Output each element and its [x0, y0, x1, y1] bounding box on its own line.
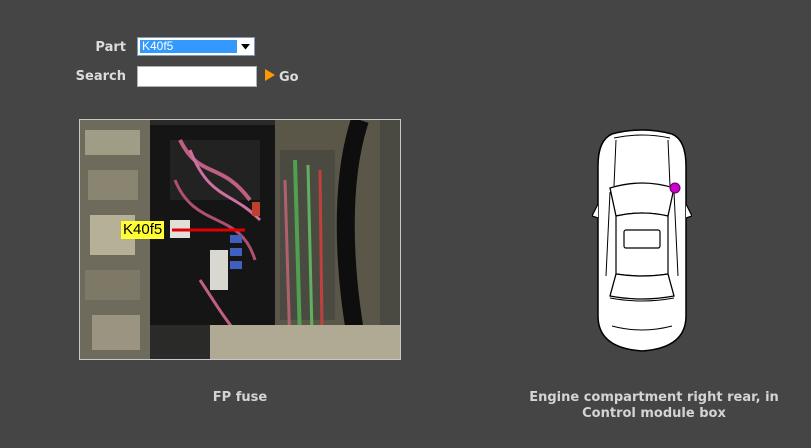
part-select[interactable]: K40f5 — [137, 37, 255, 56]
play-arrow-icon — [265, 69, 275, 85]
component-photo: K40f5 — [79, 119, 401, 360]
fuse-callout-label: K40f5 — [121, 221, 165, 239]
location-marker-icon — [669, 182, 681, 194]
go-button[interactable]: Go — [265, 68, 299, 86]
go-label: Go — [279, 69, 299, 85]
car-location-diagram — [591, 126, 693, 354]
location-caption: Engine compartment right rear, in Contro… — [520, 390, 788, 422]
location-caption-line2: Control module box — [582, 406, 726, 421]
chevron-down-icon[interactable] — [238, 39, 253, 54]
search-input[interactable] — [137, 66, 257, 87]
location-caption-line1: Engine compartment right rear, in — [529, 390, 779, 405]
part-label: Part — [95, 40, 126, 55]
part-select-value: K40f5 — [140, 40, 237, 53]
search-label: Search — [75, 69, 126, 84]
component-caption: FP fuse — [212, 390, 268, 405]
